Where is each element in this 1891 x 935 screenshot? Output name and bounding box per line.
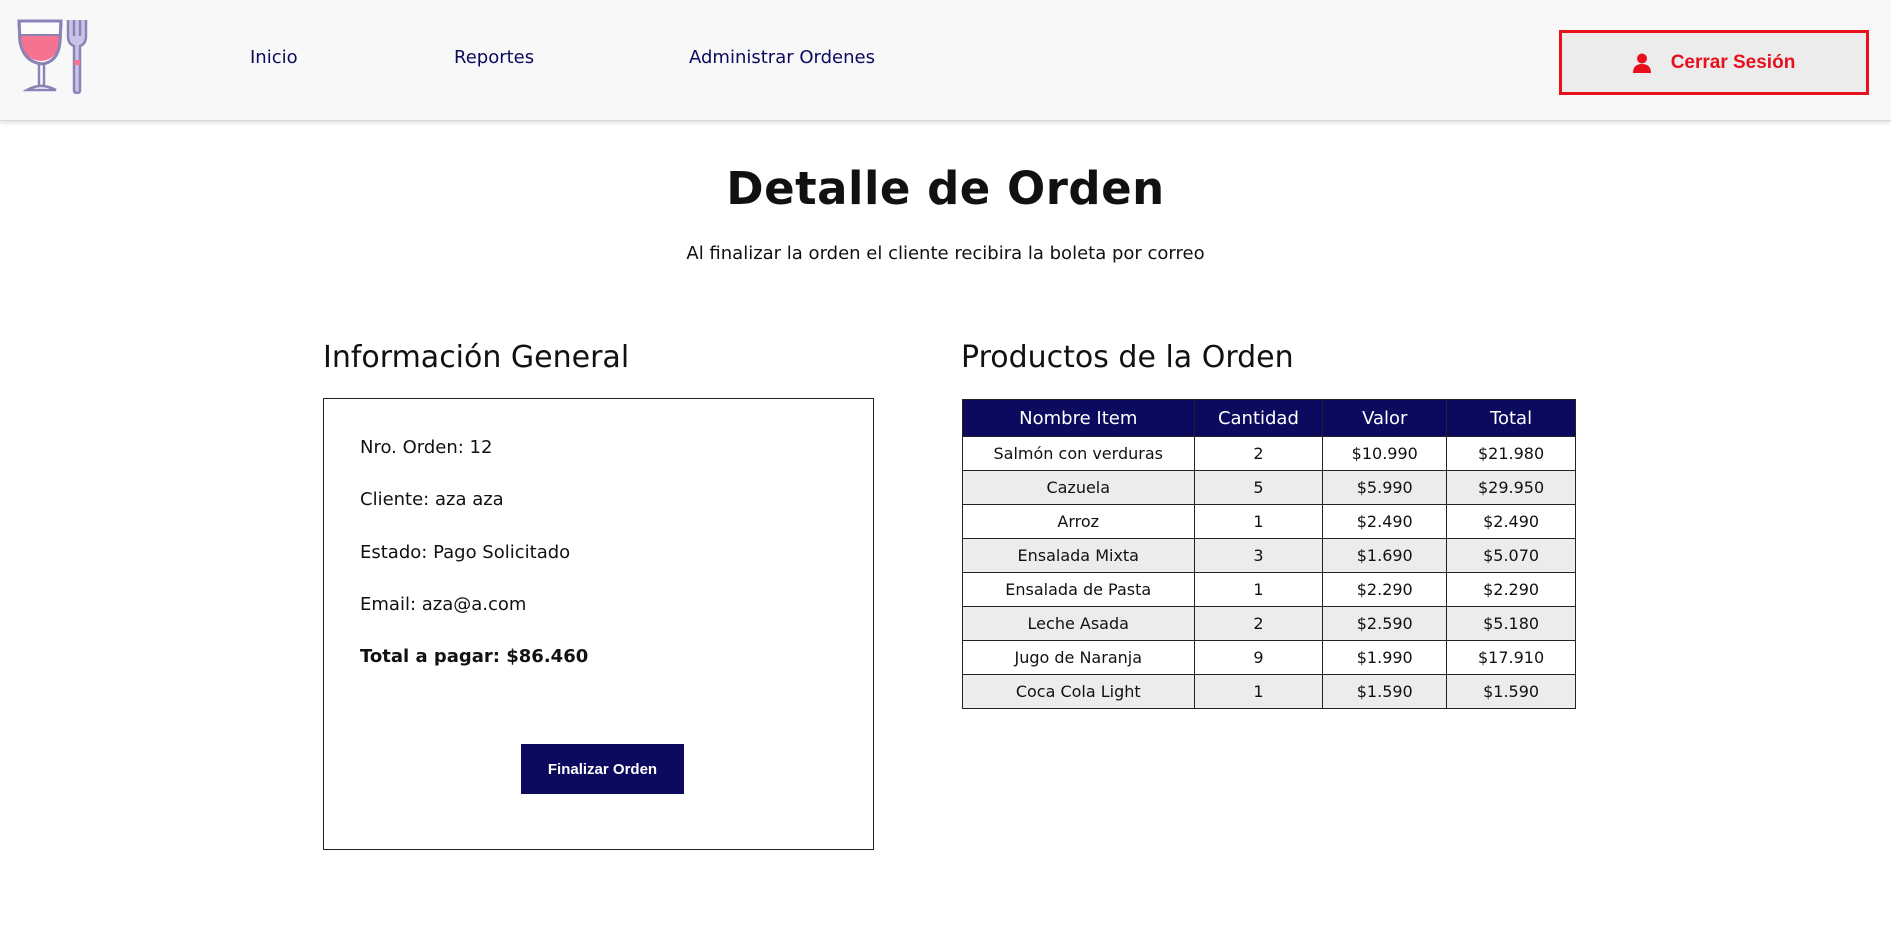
products-heading: Productos de la Orden — [961, 340, 1294, 375]
table-header-row: Nombre Item Cantidad Valor Total — [962, 399, 1576, 437]
page-title: Detalle de Orden — [726, 162, 1165, 215]
order-total: Total a pagar: $86.460 — [360, 646, 589, 667]
cell-unit-price: $2.590 — [1322, 606, 1448, 641]
cell-quantity: 2 — [1193, 436, 1324, 471]
cell-unit-price: $10.990 — [1322, 436, 1448, 471]
cell-quantity: 9 — [1193, 640, 1324, 675]
cell-line-total: $2.490 — [1446, 504, 1576, 539]
table-row: Ensalada Mixta 3 $1.690 $5.070 — [962, 538, 1576, 573]
column-header-valor: Valor — [1322, 399, 1448, 437]
cell-quantity: 1 — [1193, 504, 1324, 539]
column-header-total: Total — [1446, 399, 1576, 437]
cell-quantity: 1 — [1193, 572, 1324, 607]
table-row: Jugo de Naranja 9 $1.990 $17.910 — [962, 640, 1576, 675]
cell-quantity: 2 — [1193, 606, 1324, 641]
nav-link-administrar-ordenes[interactable]: Administrar Ordenes — [689, 47, 875, 68]
user-icon — [1632, 53, 1651, 73]
table-row: Salmón con verduras 2 $10.990 $21.980 — [962, 436, 1576, 471]
nav-link-reportes[interactable]: Reportes — [454, 47, 534, 68]
cell-quantity: 5 — [1193, 470, 1324, 505]
cell-unit-price: $1.990 — [1322, 640, 1448, 675]
cell-line-total: $1.590 — [1446, 674, 1576, 709]
order-number: Nro. Orden: 12 — [360, 437, 493, 458]
navbar: Inicio Reportes Administrar Ordenes Cerr… — [0, 0, 1891, 121]
client-name: Cliente: aza aza — [360, 489, 504, 510]
nav-link-inicio[interactable]: Inicio — [250, 47, 298, 68]
cell-line-total: $21.980 — [1446, 436, 1576, 471]
finalize-order-button[interactable]: Finalizar Orden — [521, 744, 684, 794]
order-info-card: Nro. Orden: 12 Cliente: aza aza Estado: … — [323, 398, 874, 850]
cell-item-name: Arroz — [962, 504, 1195, 539]
cell-item-name: Cazuela — [962, 470, 1195, 505]
cell-line-total: $5.070 — [1446, 538, 1576, 573]
cell-line-total: $29.950 — [1446, 470, 1576, 505]
cell-item-name: Jugo de Naranja — [962, 640, 1195, 675]
wine-glass-and-fork-icon[interactable] — [16, 18, 94, 95]
cell-line-total: $5.180 — [1446, 606, 1576, 641]
info-heading: Información General — [323, 340, 630, 375]
products-table: Nombre Item Cantidad Valor Total Salmón … — [962, 399, 1576, 709]
table-row: Coca Cola Light 1 $1.590 $1.590 — [962, 674, 1576, 709]
cell-item-name: Ensalada de Pasta — [962, 572, 1195, 607]
cell-item-name: Ensalada Mixta — [962, 538, 1195, 573]
table-row: Ensalada de Pasta 1 $2.290 $2.290 — [962, 572, 1576, 607]
cell-line-total: $17.910 — [1446, 640, 1576, 675]
cell-item-name: Coca Cola Light — [962, 674, 1195, 709]
table-row: Cazuela 5 $5.990 $29.950 — [962, 470, 1576, 505]
cell-unit-price: $5.990 — [1322, 470, 1448, 505]
cell-item-name: Salmón con verduras — [962, 436, 1195, 471]
cell-quantity: 1 — [1193, 674, 1324, 709]
column-header-cantidad: Cantidad — [1193, 399, 1324, 437]
cell-unit-price: $1.690 — [1322, 538, 1448, 573]
logout-button[interactable]: Cerrar Sesión — [1559, 30, 1869, 95]
logout-label: Cerrar Sesión — [1670, 51, 1796, 73]
order-status: Estado: Pago Solicitado — [360, 542, 571, 563]
cell-item-name: Leche Asada — [962, 606, 1195, 641]
page-subtitle: Al finalizar la orden el cliente recibir… — [686, 243, 1205, 264]
cell-quantity: 3 — [1193, 538, 1324, 573]
table-row: Leche Asada 2 $2.590 $5.180 — [962, 606, 1576, 641]
cell-unit-price: $2.490 — [1322, 504, 1448, 539]
client-email: Email: aza@a.com — [360, 594, 527, 615]
cell-unit-price: $2.290 — [1322, 572, 1448, 607]
column-header-nombre-item: Nombre Item — [962, 399, 1195, 437]
table-row: Arroz 1 $2.490 $2.490 — [962, 504, 1576, 539]
cell-unit-price: $1.590 — [1322, 674, 1448, 709]
cell-line-total: $2.290 — [1446, 572, 1576, 607]
